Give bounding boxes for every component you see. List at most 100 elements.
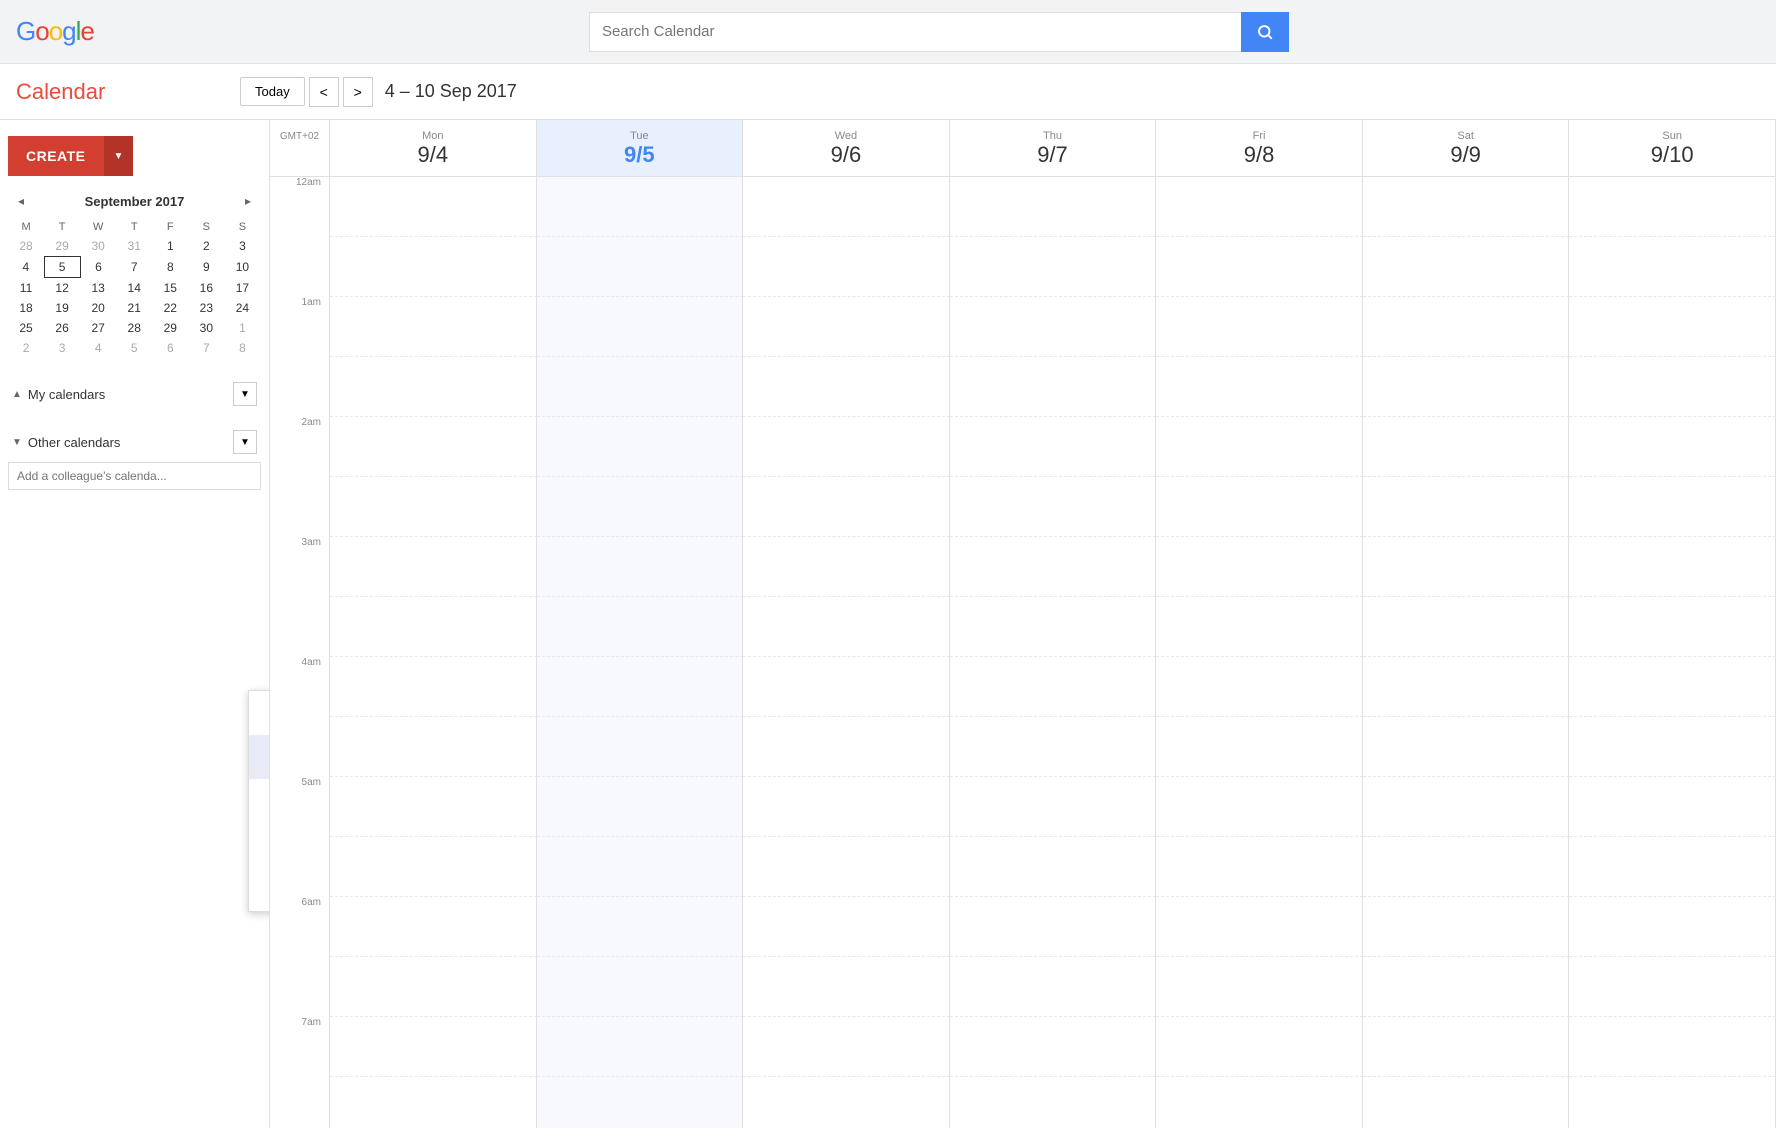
time-cell[interactable] <box>1156 177 1363 237</box>
day-column-header[interactable]: Wed9/6 <box>743 120 950 176</box>
time-cell[interactable] <box>743 1017 950 1077</box>
mini-cal-day[interactable]: 30 <box>80 236 116 257</box>
time-cell[interactable] <box>537 837 744 897</box>
time-cell[interactable] <box>537 357 744 417</box>
add-calendar-input[interactable] <box>8 462 261 490</box>
time-cell[interactable] <box>330 417 537 477</box>
mini-cal-day[interactable]: 23 <box>188 298 224 318</box>
time-cell[interactable] <box>537 957 744 1017</box>
time-cell[interactable] <box>1569 837 1776 897</box>
time-cell[interactable] <box>537 717 744 777</box>
time-cell[interactable] <box>537 297 744 357</box>
time-cell[interactable] <box>330 597 537 657</box>
day-column-header[interactable]: Sun9/10 <box>1569 120 1776 176</box>
time-cell[interactable] <box>330 1017 537 1077</box>
time-cell[interactable] <box>1569 237 1776 297</box>
time-cell[interactable] <box>330 177 537 237</box>
time-cell[interactable] <box>1569 417 1776 477</box>
dropdown-menu-item[interactable]: Add by URL <box>249 779 270 823</box>
time-cell[interactable] <box>1363 477 1570 537</box>
time-cell[interactable] <box>1569 957 1776 1017</box>
other-calendars-dropdown[interactable]: ▼ <box>233 430 257 454</box>
mini-cal-day[interactable]: 4 <box>80 338 116 358</box>
mini-cal-day[interactable]: 7 <box>116 257 152 278</box>
time-cell[interactable] <box>330 477 537 537</box>
other-calendars-header[interactable]: ▼ Other calendars ▼ <box>8 422 261 462</box>
mini-cal-day[interactable]: 6 <box>80 257 116 278</box>
time-cell[interactable] <box>743 837 950 897</box>
mini-cal-day[interactable]: 9 <box>188 257 224 278</box>
time-cell[interactable] <box>537 1077 744 1128</box>
time-cell[interactable] <box>330 777 537 837</box>
time-cell[interactable] <box>743 357 950 417</box>
time-cell[interactable] <box>1156 657 1363 717</box>
time-cell[interactable] <box>950 597 1157 657</box>
mini-cal-day[interactable]: 6 <box>152 338 188 358</box>
dropdown-menu-item[interactable]: Import calendar <box>249 823 270 867</box>
time-cell[interactable] <box>1569 537 1776 597</box>
time-cell[interactable] <box>950 717 1157 777</box>
mini-cal-day[interactable]: 20 <box>80 298 116 318</box>
time-cell[interactable] <box>1569 1077 1776 1128</box>
time-cell[interactable] <box>330 537 537 597</box>
time-cell[interactable] <box>1156 837 1363 897</box>
mini-cal-day[interactable]: 10 <box>224 257 260 278</box>
mini-cal-day[interactable]: 17 <box>224 278 260 299</box>
mini-cal-day[interactable]: 3 <box>224 236 260 257</box>
mini-cal-day[interactable]: 19 <box>44 298 80 318</box>
mini-cal-day[interactable]: 4 <box>8 257 44 278</box>
time-cell[interactable] <box>743 237 950 297</box>
time-cell[interactable] <box>1569 657 1776 717</box>
time-cell[interactable] <box>743 717 950 777</box>
create-dropdown-button[interactable]: ▼ <box>104 136 134 176</box>
time-cell[interactable] <box>1569 177 1776 237</box>
time-cell[interactable] <box>950 1017 1157 1077</box>
time-cell[interactable] <box>1156 777 1363 837</box>
mini-cal-day[interactable]: 18 <box>8 298 44 318</box>
time-cell[interactable] <box>950 357 1157 417</box>
time-cell[interactable] <box>330 297 537 357</box>
time-cell[interactable] <box>1363 717 1570 777</box>
time-cell[interactable] <box>330 357 537 417</box>
time-cell[interactable] <box>1363 357 1570 417</box>
time-cell[interactable] <box>950 177 1157 237</box>
mini-cal-next[interactable]: ▸ <box>239 192 257 210</box>
time-cell[interactable] <box>330 897 537 957</box>
create-button[interactable]: CREATE <box>8 136 104 176</box>
time-cell[interactable] <box>1156 1017 1363 1077</box>
time-cell[interactable] <box>950 477 1157 537</box>
time-cell[interactable] <box>537 177 744 237</box>
mini-cal-prev[interactable]: ◂ <box>12 192 30 210</box>
mini-cal-day[interactable]: 11 <box>8 278 44 299</box>
time-cell[interactable] <box>330 1077 537 1128</box>
mini-cal-day[interactable]: 31 <box>116 236 152 257</box>
dropdown-menu-item[interactable]: Settings <box>249 867 270 911</box>
time-cell[interactable] <box>1569 597 1776 657</box>
time-cell[interactable] <box>743 537 950 597</box>
mini-cal-day[interactable]: 25 <box>8 318 44 338</box>
day-column-header[interactable]: Mon9/4 <box>330 120 537 176</box>
time-cell[interactable] <box>537 537 744 597</box>
my-calendars-dropdown[interactable]: ▼ <box>233 382 257 406</box>
day-column-header[interactable]: Sat9/9 <box>1363 120 1570 176</box>
day-column-header[interactable]: Fri9/8 <box>1156 120 1363 176</box>
time-cell[interactable] <box>743 957 950 1017</box>
time-cell[interactable] <box>1156 237 1363 297</box>
time-cell[interactable] <box>743 417 950 477</box>
time-cell[interactable] <box>950 777 1157 837</box>
mini-cal-day[interactable]: 12 <box>44 278 80 299</box>
time-cell[interactable] <box>537 777 744 837</box>
time-cell[interactable] <box>330 957 537 1017</box>
next-button[interactable]: > <box>343 77 373 107</box>
time-cell[interactable] <box>1363 417 1570 477</box>
day-column-header[interactable]: Tue9/5 <box>537 120 744 176</box>
time-cell[interactable] <box>1363 237 1570 297</box>
time-cell[interactable] <box>1363 1077 1570 1128</box>
mini-cal-day[interactable]: 15 <box>152 278 188 299</box>
time-cell[interactable] <box>1156 897 1363 957</box>
mini-cal-day[interactable]: 28 <box>116 318 152 338</box>
mini-cal-day[interactable]: 28 <box>8 236 44 257</box>
time-cell[interactable] <box>743 477 950 537</box>
time-cell[interactable] <box>743 297 950 357</box>
today-button[interactable]: Today <box>240 77 305 106</box>
